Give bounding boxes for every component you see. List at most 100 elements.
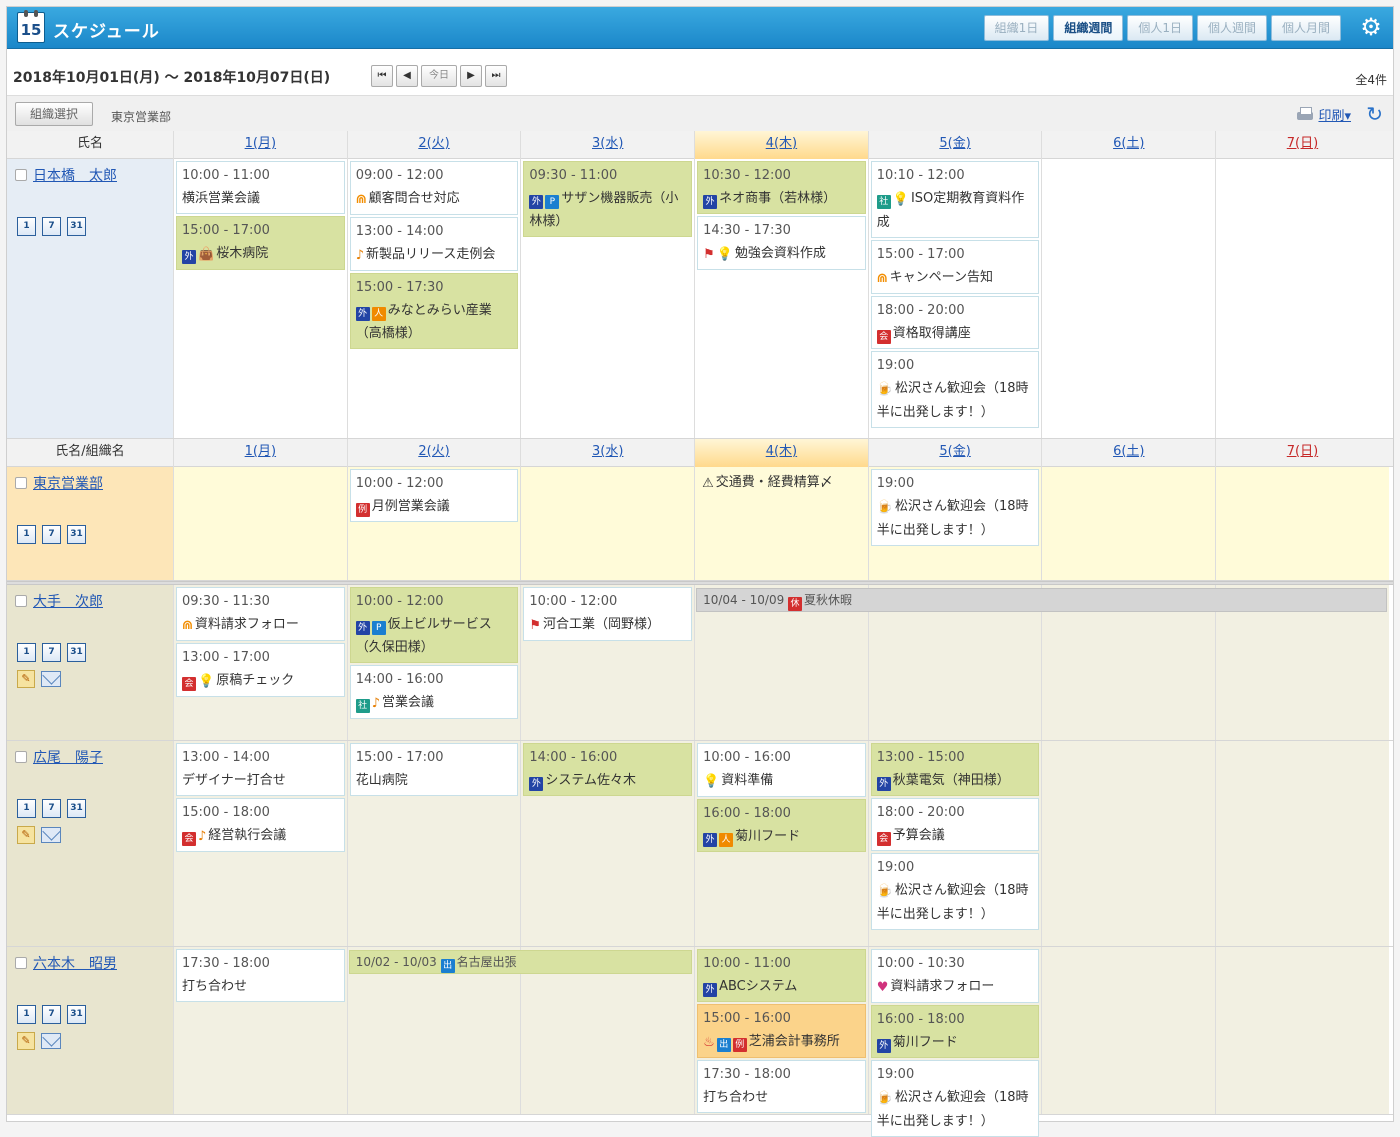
mail-icon[interactable]	[41, 671, 61, 687]
schedule-event[interactable]: 10:00 - 11:00 外 ABCシステム	[697, 949, 866, 1002]
day-view-icon[interactable]: 1	[17, 799, 36, 818]
week-view-icon[interactable]: 7	[42, 799, 61, 818]
multi-day-event[interactable]: 10/02 - 10/03 出名古屋出張	[348, 950, 693, 974]
day-cell[interactable]: 10:00 - 12:00 ⚑ 河合工業（岡野様）	[520, 585, 695, 740]
schedule-event[interactable]: 09:30 - 11:00 外 P サザン機器販売（小林様）	[523, 161, 693, 237]
tab-personal-month[interactable]: 個人月間	[1270, 15, 1341, 41]
day-cell[interactable]: 10:00 - 11:00 外 ABCシステム 15:00 - 16:00 ♨ 出例芝浦会…	[694, 947, 868, 1114]
week-view-icon[interactable]: 7	[42, 217, 61, 236]
day-header-7[interactable]: 7(日)	[1215, 131, 1389, 159]
schedule-event[interactable]: 13:00 - 15:00 外秋葉電気（神田様）	[870, 743, 1040, 796]
day-view-icon[interactable]: 1	[17, 1005, 36, 1024]
day-cell[interactable]	[1041, 159, 1215, 438]
member-checkbox[interactable]	[15, 595, 27, 607]
schedule-event[interactable]: 17:30 - 18:00 打ち合わせ	[176, 949, 345, 1002]
schedule-event[interactable]: 10:00 - 10:30 ♥ 資料請求フォロー	[870, 949, 1040, 1003]
schedule-event[interactable]: 18:00 - 20:00 会予算会議	[870, 798, 1040, 851]
day-header-4[interactable]: 4(木)	[694, 439, 868, 467]
member-checkbox[interactable]	[15, 169, 27, 181]
schedule-event[interactable]: 15:00 - 17:00 ⋒ キャンペーン告知	[870, 240, 1040, 294]
schedule-event[interactable]: 19:00 🍺 松沢さん歓迎会（18時半に出発します！）	[870, 853, 1040, 930]
day-cell[interactable]	[1215, 159, 1389, 438]
schedule-event[interactable]: 14:00 - 16:00 社 ♪ 営業会議	[349, 665, 519, 719]
day-cell[interactable]: 15:00 - 17:00 花山病院	[346, 741, 521, 946]
tab-org-day[interactable]: 組織1日	[983, 15, 1050, 41]
day-cell[interactable]	[1041, 741, 1216, 946]
print-button[interactable]: 印刷▾	[1296, 105, 1351, 124]
schedule-event[interactable]: 10:00 - 16:00 💡 資料準備	[697, 743, 866, 797]
schedule-event[interactable]: 13:00 - 17:00 会 💡 原稿チェック	[176, 643, 345, 697]
multi-day-event[interactable]: 10/04 - 10/09 休夏秋休暇	[696, 588, 1387, 612]
schedule-event[interactable]: 10:30 - 12:00 外ネオ商事（若林様）	[697, 161, 866, 214]
today-button[interactable]: 今日	[421, 65, 457, 87]
tab-personal-day[interactable]: 個人1日	[1127, 15, 1193, 41]
member-checkbox[interactable]	[15, 751, 27, 763]
day-cell[interactable]	[1041, 467, 1216, 580]
schedule-event[interactable]: 09:00 - 12:00 ⋒ 顧客問合せ対応	[349, 161, 519, 215]
day-header-5[interactable]: 5(金)	[867, 131, 1042, 159]
schedule-event[interactable]: 16:00 - 18:00 外菊川フード	[870, 1005, 1040, 1058]
day-header-6[interactable]: 6(土)	[1041, 439, 1215, 467]
memo-icon[interactable]: ✎	[17, 670, 35, 688]
schedule-event[interactable]: 15:00 - 17:00 花山病院	[349, 743, 519, 796]
day-header-3[interactable]: 3(水)	[520, 439, 694, 467]
day-header-2[interactable]: 2(火)	[346, 439, 521, 467]
schedule-event[interactable]: 10:00 - 12:00 ⚑ 河合工業（岡野様）	[523, 587, 693, 641]
day-cell[interactable]	[1215, 741, 1389, 946]
member-name-link[interactable]: 六本木 昭男	[33, 953, 117, 973]
member-checkbox[interactable]	[15, 957, 27, 969]
day-cell[interactable]: 10:10 - 12:00 社 💡 ISO定期教育資料作成 15:00 - 17:00 ⋒…	[867, 159, 1042, 438]
day-cell[interactable]	[1041, 947, 1216, 1114]
day-cell[interactable]: 10:00 - 12:00 例月例営業会議	[346, 467, 521, 580]
day-header-6[interactable]: 6(土)	[1041, 131, 1215, 159]
tab-personal-week[interactable]: 個人週間	[1196, 15, 1267, 41]
schedule-event[interactable]: 14:00 - 16:00 外システム佐々木	[523, 743, 693, 796]
schedule-event[interactable]: 18:00 - 20:00 会資格取得講座	[870, 296, 1040, 349]
schedule-event[interactable]: 19:00 🍺 松沢さん歓迎会（18時半に出発します！）	[870, 469, 1040, 546]
member-name-link[interactable]: 東京営業部	[33, 473, 103, 493]
schedule-event[interactable]: 15:00 - 17:00 外 👜 桜木病院	[176, 216, 345, 270]
week-view-icon[interactable]: 7	[42, 1005, 61, 1024]
mail-icon[interactable]	[41, 1033, 61, 1049]
day-cell[interactable]: 10:00 - 11:00 横浜営業会議 15:00 - 17:00 外 👜 桜木病院	[173, 159, 347, 438]
prev-week-button[interactable]: ◀	[396, 65, 418, 87]
schedule-event[interactable]: 15:00 - 17:30 外人みなとみらい産業（高橋様）	[349, 273, 519, 349]
day-view-icon[interactable]: 1	[17, 217, 36, 236]
day-cell[interactable]: 10:00 - 10:30 ♥ 資料請求フォロー 16:00 - 18:00 外菊川フー…	[867, 947, 1042, 1137]
day-cell[interactable]	[1215, 947, 1389, 1114]
day-header-3[interactable]: 3(水)	[520, 131, 694, 159]
day-cell[interactable]: 10:00 - 16:00 💡 資料準備 16:00 - 18:00 外人菊川フード	[694, 741, 868, 946]
month-view-icon[interactable]: 31	[67, 1005, 86, 1024]
day-cell[interactable]: 14:00 - 16:00 外システム佐々木	[520, 741, 695, 946]
schedule-event[interactable]: 10:00 - 12:00 例月例営業会議	[349, 469, 519, 522]
week-view-icon[interactable]: 7	[42, 643, 61, 662]
last-week-button[interactable]: ⏭	[485, 65, 507, 87]
day-cell[interactable]	[173, 467, 347, 580]
day-cell[interactable]: 17:30 - 18:00 打ち合わせ	[173, 947, 347, 1114]
schedule-event[interactable]: ⚠ 交通費・経費精算〆	[697, 469, 866, 498]
day-cell[interactable]: 19:00 🍺 松沢さん歓迎会（18時半に出発します！）	[867, 467, 1042, 580]
schedule-event[interactable]: 19:00 🍺 松沢さん歓迎会（18時半に出発します！）	[870, 1060, 1040, 1137]
day-view-icon[interactable]: 1	[17, 525, 36, 544]
tab-org-week[interactable]: 組織週間	[1053, 15, 1124, 41]
schedule-event[interactable]: 15:00 - 18:00 会 ♪ 経営執行会議	[176, 798, 345, 852]
day-header-7[interactable]: 7(日)	[1215, 439, 1389, 467]
day-cell[interactable]: 13:00 - 15:00 外秋葉電気（神田様） 18:00 - 20:00 会予算会…	[867, 741, 1042, 946]
month-view-icon[interactable]: 31	[67, 643, 86, 662]
day-header-1[interactable]: 1(月)	[173, 131, 347, 159]
day-cell[interactable]	[520, 467, 695, 580]
first-week-button[interactable]: ⏮	[371, 65, 393, 87]
next-week-button[interactable]: ▶	[460, 65, 482, 87]
schedule-event[interactable]: 13:00 - 14:00 ♪ 新製品リリース走例会	[349, 217, 519, 271]
day-cell[interactable]	[1215, 467, 1389, 580]
schedule-event[interactable]: 19:00 🍺 松沢さん歓迎会（18時半に出発します！）	[870, 351, 1040, 428]
schedule-event[interactable]: 14:30 - 17:30 ⚑ 💡 勉強会資料作成	[697, 216, 866, 270]
day-cell[interactable]: 10:00 - 12:00 外 P 仮上ビルサービス（久保田様） 14:00 - 16:…	[346, 585, 521, 740]
day-cell[interactable]: 09:30 - 11:00 外 P サザン機器販売（小林様）	[520, 159, 694, 438]
day-cell[interactable]: 09:30 - 11:30 ⋒ 資料請求フォロー 13:00 - 17:00 会 💡 原稿チ…	[173, 585, 347, 740]
settings-gear-icon[interactable]: ⚙	[1355, 13, 1387, 43]
schedule-event[interactable]: 10:10 - 12:00 社 💡 ISO定期教育資料作成	[870, 161, 1040, 238]
mail-icon[interactable]	[41, 827, 61, 843]
memo-icon[interactable]: ✎	[17, 826, 35, 844]
day-header-5[interactable]: 5(金)	[867, 439, 1042, 467]
